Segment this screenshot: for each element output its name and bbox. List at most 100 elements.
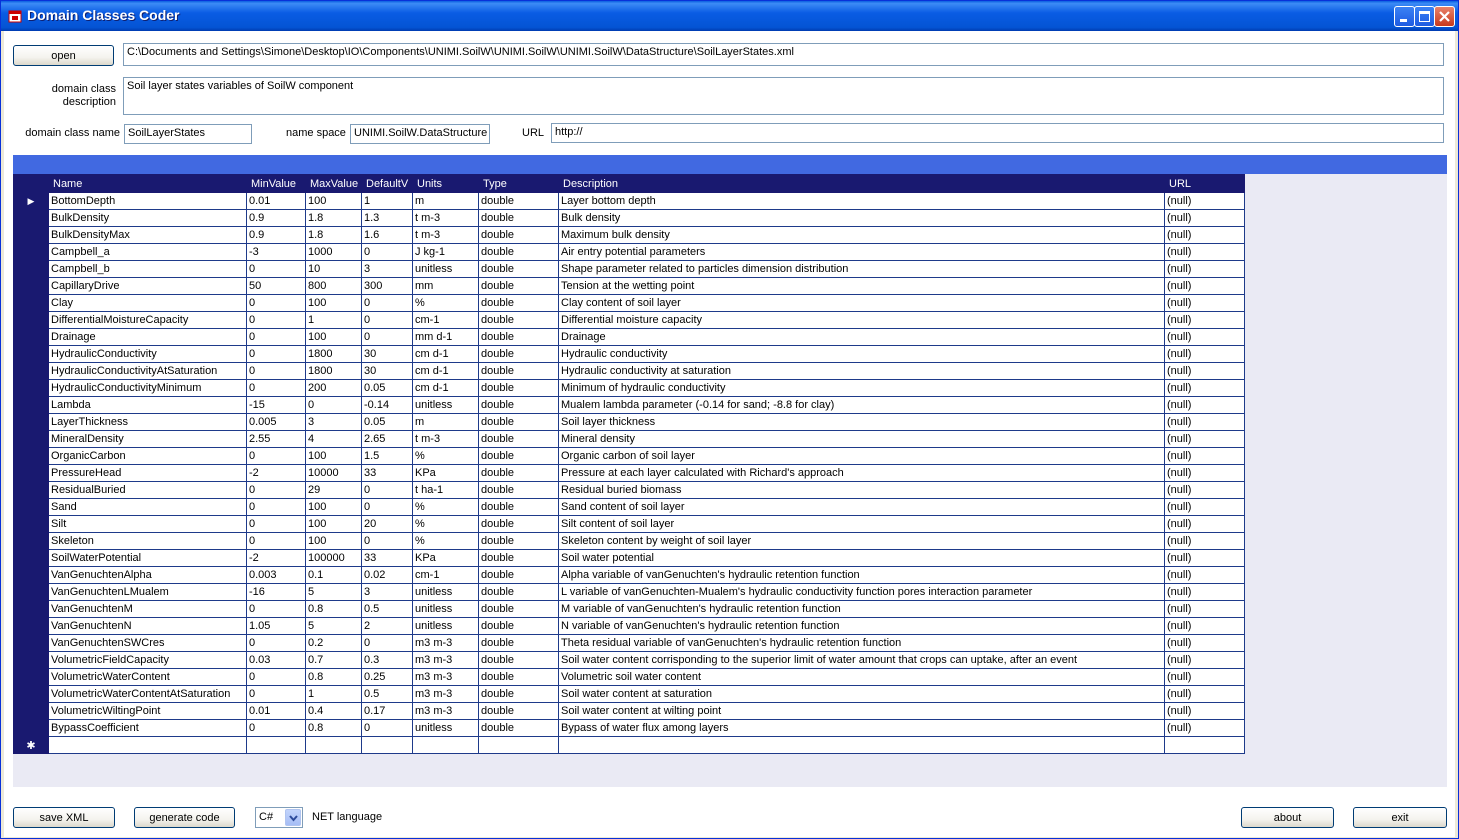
- cell-units[interactable]: m3 m-3: [412, 634, 479, 652]
- new-row-cell[interactable]: [48, 736, 247, 754]
- cell-name[interactable]: LayerThickness: [48, 413, 247, 431]
- cell-url[interactable]: (null): [1164, 481, 1245, 499]
- cell-name[interactable]: DifferentialMoistureCapacity: [48, 311, 247, 329]
- column-header[interactable]: Name: [48, 174, 247, 193]
- minimize-button[interactable]: [1394, 6, 1415, 27]
- cell-name[interactable]: VolumetricWaterContent: [48, 668, 247, 686]
- table-row[interactable]: DifferentialMoistureCapacity 0 1 0 cm-1 doubl…: [13, 311, 1245, 329]
- cell-default-value[interactable]: 0: [361, 634, 413, 652]
- cell-type[interactable]: double: [478, 515, 559, 533]
- open-button[interactable]: open: [13, 45, 114, 66]
- cell-units[interactable]: cm d-1: [412, 345, 479, 363]
- cell-name[interactable]: HydraulicConductivityMinimum: [48, 379, 247, 397]
- title-bar[interactable]: Domain Classes Coder: [1, 1, 1458, 31]
- cell-url[interactable]: (null): [1164, 226, 1245, 244]
- row-header[interactable]: [13, 362, 49, 380]
- row-header[interactable]: [13, 532, 49, 550]
- cell-min-value[interactable]: 0: [246, 328, 306, 346]
- cell-name[interactable]: Drainage: [48, 328, 247, 346]
- cell-default-value[interactable]: 1: [361, 192, 413, 210]
- cell-default-value[interactable]: 300: [361, 277, 413, 295]
- cell-units[interactable]: m3 m-3: [412, 668, 479, 686]
- cell-type[interactable]: double: [478, 549, 559, 567]
- cell-description[interactable]: Mineral density: [558, 430, 1165, 448]
- table-row[interactable]: VanGenuchtenAlpha 0.003 0.1 0.02 cm-1 double A…: [13, 566, 1245, 584]
- cell-units[interactable]: %: [412, 532, 479, 550]
- cell-units[interactable]: t ha-1: [412, 481, 479, 499]
- cell-max-value[interactable]: 29: [305, 481, 362, 499]
- cell-default-value[interactable]: 30: [361, 345, 413, 363]
- cell-min-value[interactable]: 0: [246, 379, 306, 397]
- cell-name[interactable]: BottomDepth: [48, 192, 247, 210]
- cell-type[interactable]: double: [478, 328, 559, 346]
- row-header[interactable]: [13, 600, 49, 618]
- cell-max-value[interactable]: 0.8: [305, 600, 362, 618]
- cell-max-value[interactable]: 100: [305, 532, 362, 550]
- cell-name[interactable]: Campbell_b: [48, 260, 247, 278]
- cell-max-value[interactable]: 100: [305, 447, 362, 465]
- cell-url[interactable]: (null): [1164, 634, 1245, 652]
- cell-min-value[interactable]: 0.003: [246, 566, 306, 584]
- cell-type[interactable]: double: [478, 311, 559, 329]
- new-row-cell[interactable]: [1164, 736, 1245, 754]
- cell-max-value[interactable]: 800: [305, 277, 362, 295]
- table-row[interactable]: BypassCoefficient 0 0.8 0 unitless double Bypa…: [13, 719, 1245, 737]
- table-row[interactable]: VolumetricWaterContent 0 0.8 0.25 m3 m-3 doub…: [13, 668, 1245, 686]
- cell-max-value[interactable]: 3: [305, 413, 362, 431]
- column-header[interactable]: MinValue: [246, 174, 306, 193]
- cell-units[interactable]: t m-3: [412, 226, 479, 244]
- cell-url[interactable]: (null): [1164, 600, 1245, 618]
- cell-description[interactable]: M variable of vanGenuchten's hydraulic r…: [558, 600, 1165, 618]
- cell-url[interactable]: (null): [1164, 260, 1245, 278]
- url-field[interactable]: http://: [551, 123, 1444, 143]
- cell-name[interactable]: Silt: [48, 515, 247, 533]
- row-header[interactable]: [13, 668, 49, 686]
- table-row[interactable]: Drainage 0 100 0 mm d-1 double Drainage (null): [13, 328, 1245, 346]
- cell-type[interactable]: double: [478, 396, 559, 414]
- cell-url[interactable]: (null): [1164, 209, 1245, 227]
- cell-name[interactable]: Sand: [48, 498, 247, 516]
- row-header[interactable]: [13, 719, 49, 737]
- row-header[interactable]: [13, 379, 49, 397]
- cell-max-value[interactable]: 5: [305, 617, 362, 635]
- table-row[interactable]: VanGenuchtenN 1.05 5 2 unitless double N varia…: [13, 617, 1245, 635]
- row-header[interactable]: [13, 277, 49, 295]
- new-row-cell[interactable]: [412, 736, 479, 754]
- cell-max-value[interactable]: 4: [305, 430, 362, 448]
- generate-code-button[interactable]: generate code: [134, 807, 235, 828]
- row-header[interactable]: [13, 702, 49, 720]
- cell-url[interactable]: (null): [1164, 532, 1245, 550]
- cell-default-value[interactable]: 0: [361, 719, 413, 737]
- row-header[interactable]: [13, 617, 49, 635]
- cell-default-value[interactable]: 0: [361, 498, 413, 516]
- cell-description[interactable]: Air entry potential parameters: [558, 243, 1165, 261]
- file-path-field[interactable]: C:\Documents and Settings\Simone\Desktop…: [123, 43, 1444, 66]
- cell-description[interactable]: Drainage: [558, 328, 1165, 346]
- cell-type[interactable]: double: [478, 685, 559, 703]
- cell-min-value[interactable]: 0.9: [246, 226, 306, 244]
- cell-description[interactable]: Silt content of soil layer: [558, 515, 1165, 533]
- cell-name[interactable]: Clay: [48, 294, 247, 312]
- cell-url[interactable]: (null): [1164, 617, 1245, 635]
- row-header[interactable]: [13, 345, 49, 363]
- cell-name[interactable]: Skeleton: [48, 532, 247, 550]
- cell-type[interactable]: double: [478, 481, 559, 499]
- table-row[interactable]: SoilWaterPotential -2 100000 33 KPa double Soi…: [13, 549, 1245, 567]
- cell-units[interactable]: unitless: [412, 583, 479, 601]
- cell-url[interactable]: (null): [1164, 243, 1245, 261]
- cell-name[interactable]: VolumetricWiltingPoint: [48, 702, 247, 720]
- row-header[interactable]: [13, 447, 49, 465]
- cell-max-value[interactable]: 100: [305, 294, 362, 312]
- cell-units[interactable]: m: [412, 413, 479, 431]
- class-name-field[interactable]: SoilLayerStates: [124, 124, 252, 144]
- cell-max-value[interactable]: 10000: [305, 464, 362, 482]
- cell-url[interactable]: (null): [1164, 328, 1245, 346]
- cell-type[interactable]: double: [478, 430, 559, 448]
- cell-type[interactable]: double: [478, 277, 559, 295]
- table-row[interactable]: MineralDensity 2.55 4 2.65 t m-3 double Minera…: [13, 430, 1245, 448]
- cell-type[interactable]: double: [478, 379, 559, 397]
- new-row-cell[interactable]: [361, 736, 413, 754]
- cell-min-value[interactable]: 0: [246, 481, 306, 499]
- cell-description[interactable]: Hydraulic conductivity at saturation: [558, 362, 1165, 380]
- cell-description[interactable]: Soil water content at wilting point: [558, 702, 1165, 720]
